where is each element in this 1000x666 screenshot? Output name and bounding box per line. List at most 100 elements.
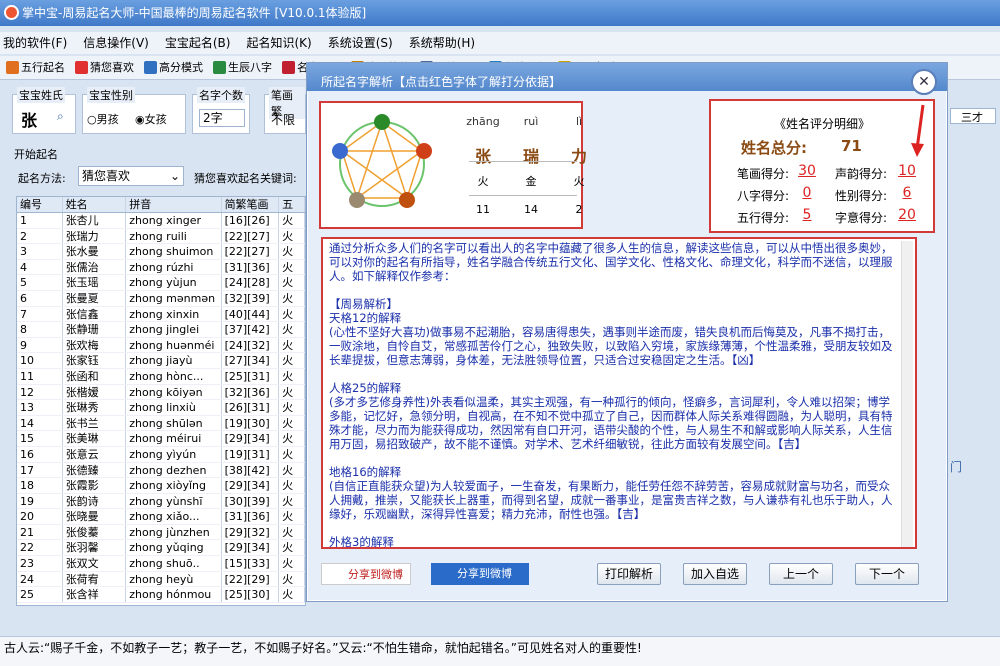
table-cell: zhong ruili: [126, 228, 222, 244]
table-cell: 张欢梅: [63, 337, 127, 353]
radio-boy[interactable]: ○男孩: [87, 111, 119, 127]
table-cell: 张信鑫: [63, 306, 127, 322]
table-cell: 张曼夏: [63, 290, 127, 306]
table-row[interactable]: 3 张水曼 zhong shuimon [22][27] 火: [17, 244, 305, 260]
col-header-wuxing[interactable]: 五: [279, 197, 305, 212]
table-cell: [19][30]: [222, 415, 280, 431]
search-icon[interactable]: ⌕: [57, 109, 64, 124]
menu-baby-naming[interactable]: 宝宝起名(B): [165, 32, 231, 54]
menu-help[interactable]: 系统帮助(H): [409, 32, 475, 54]
table-row[interactable]: 25 张含祥 zhong hónmou [25][30] 火: [17, 587, 305, 603]
prev-button[interactable]: 上一个: [769, 563, 833, 585]
table-row[interactable]: 17 张德臻 zhong dezhen [38][42] 火: [17, 462, 305, 479]
table-row[interactable]: 18 张霞影 zhong xiòyǐng [29][34] 火: [17, 478, 305, 494]
table-row[interactable]: 22 张羽馨 zhong yǔqing [29][34] 火: [17, 540, 305, 557]
next-button[interactable]: 下一个: [855, 563, 919, 585]
table-cell: 23: [17, 556, 63, 571]
toolbar-button-3[interactable]: 生辰八字: [213, 56, 272, 79]
table-row[interactable]: 4 张儒治 zhong rúzhi [31][36] 火: [17, 259, 305, 276]
table-cell: [40][44]: [222, 306, 280, 322]
table-row[interactable]: 12 张楷嫒 zhong kōiyən [32][36] 火: [17, 384, 305, 401]
name-strokes-2: 2: [575, 203, 583, 216]
table-row[interactable]: 8 张静珊 zhong jinglei [37][42] 火: [17, 322, 305, 338]
star-icon: [75, 61, 88, 74]
toolbar-label: 生辰八字: [228, 60, 272, 74]
table-row[interactable]: 21 张俊蓁 zhong jùnzhen [29][32] 火: [17, 524, 305, 541]
table-cell: 张美琳: [63, 431, 127, 446]
calendar-icon: [213, 61, 226, 74]
radio-girl-label: 女孩: [144, 113, 167, 126]
table-row[interactable]: 5 张玉瑶 zhong yùjun [24][28] 火: [17, 275, 305, 291]
table-cell: zhong huənméi: [126, 337, 222, 353]
table-row[interactable]: 7 张信鑫 zhong xinxin [40][44] 火: [17, 306, 305, 323]
menu-naming-knowledge[interactable]: 起名知识(K): [246, 32, 311, 54]
menu-info[interactable]: 信息操作(V): [83, 32, 149, 54]
ziyi-score[interactable]: 20: [895, 207, 919, 223]
analysis-paragraph: (自信正直能获众望)为人较爱面子，一生奋发，有果断力，能任劳任怨不辞劳苦，容易成…: [329, 479, 893, 521]
table-cell: zhong yùnshī: [126, 493, 222, 509]
table-cell: 火: [279, 446, 305, 462]
table-cell: 11: [17, 368, 63, 384]
analysis-text-panel: 通过分析众多人们的名字可以看出人的名字中蕴藏了很多人生的信息，解读这些信息，可以…: [321, 237, 917, 549]
wuxing-score[interactable]: 5: [795, 207, 819, 223]
table-row[interactable]: 13 张琳秀 zhong linxiù [26][31] 火: [17, 400, 305, 416]
table-cell: 火: [279, 493, 305, 509]
toolbar-button-1[interactable]: 猜您喜欢: [75, 56, 134, 79]
table-row[interactable]: 6 张曼夏 zhong mənmən [32][39] 火: [17, 290, 305, 307]
bihua-score[interactable]: 30: [795, 163, 819, 179]
radio-boy-label: 男孩: [96, 113, 119, 126]
table-cell: zhong jiayù: [126, 353, 222, 368]
analysis-paragraph: (心性不坚好大喜功)做事易不起潮胎，容易唐得患失，遇事则半途而废，错失良机而后悔…: [329, 325, 893, 367]
radio-girl[interactable]: ◉女孩: [135, 111, 167, 127]
close-icon[interactable]: ✕: [911, 69, 937, 95]
table-cell: 20: [17, 509, 63, 524]
table-row[interactable]: 19 张韵诗 zhong yùnshī [30][39] 火: [17, 493, 305, 510]
table-row[interactable]: 23 张双文 zhong shuō.. [15][33] 火: [17, 556, 305, 572]
table-cell: 17: [17, 462, 63, 478]
analysis-body: 通过分析众多人们的名字可以看出人的名字中蕴藏了很多人生的信息，解读这些信息，可以…: [329, 241, 897, 549]
table-row[interactable]: 24 张荷宥 zhong heyù [22][29] 火: [17, 571, 305, 588]
menu-my-software[interactable]: 我的软件(F): [3, 32, 67, 54]
table-cell: 15: [17, 431, 63, 446]
shengyun-score[interactable]: 10: [895, 163, 919, 179]
table-row[interactable]: 16 张意云 zhong yìyún [19][31] 火: [17, 446, 305, 463]
col-header-strokes[interactable]: 简繁笔画: [222, 197, 280, 212]
col-header-pinyin[interactable]: 拼音: [126, 197, 222, 212]
menu-settings[interactable]: 系统设置(S): [328, 32, 393, 54]
toolbar-button-0[interactable]: 五行起名: [6, 56, 65, 79]
method-select-value: 猜您喜欢: [82, 169, 131, 183]
surname-input[interactable]: 张: [21, 107, 37, 131]
table-cell: 4: [17, 259, 63, 275]
table-row[interactable]: 14 张书兰 zhong shūlən [19][30] 火: [17, 415, 305, 432]
share-weibo-button[interactable]: 分享到微博: [321, 563, 411, 585]
table-row[interactable]: 11 张函和 zhong hònc... [25][31] 火: [17, 368, 305, 385]
analysis-scrollbar[interactable]: [901, 241, 913, 547]
table-cell: [22][27]: [222, 244, 280, 259]
table-row[interactable]: 9 张欢梅 zhong huənméi [24][32] 火: [17, 337, 305, 354]
xingbie-score[interactable]: 6: [895, 185, 919, 201]
bazi-score[interactable]: 0: [795, 185, 819, 201]
table-row[interactable]: 20 张晓曼 zhong xiǎo... [31][36] 火: [17, 509, 305, 525]
table-cell: [25][31]: [222, 368, 280, 384]
chart-icon: [144, 61, 157, 74]
count-select[interactable]: 2字: [199, 109, 245, 127]
table-cell: [27][34]: [222, 353, 280, 368]
table-row[interactable]: 10 张家钰 zhong jiayù [27][34] 火: [17, 353, 305, 369]
stroke-select[interactable]: 不限: [271, 111, 295, 128]
toolbar-button-2[interactable]: 高分模式: [144, 56, 203, 79]
col-header-id[interactable]: 编号: [17, 197, 63, 212]
table-row[interactable]: 1 张杏儿 zhong xinger [16][26] 火: [17, 213, 305, 229]
analysis-paragraph: 外格3的解释: [329, 535, 394, 549]
wuxing-diagram: [332, 114, 432, 208]
table-row[interactable]: 15 张美琳 zhong méirui [29][34] 火: [17, 431, 305, 447]
col-header-name[interactable]: 姓名: [63, 197, 127, 212]
total-score-label: 姓名总分:: [741, 139, 807, 157]
share-qq-button[interactable]: 分享到微博: [431, 563, 529, 585]
table-row[interactable]: 2 张瑞力 zhong ruili [22][27] 火: [17, 228, 305, 245]
total-score-value: 71: [841, 137, 862, 155]
add-favorite-button[interactable]: 加入自选: [683, 563, 747, 585]
print-button[interactable]: 打印解析: [597, 563, 661, 585]
method-select[interactable]: 猜您喜欢 ⌄: [78, 166, 184, 186]
gender-group: 宝宝性别 ○男孩 ◉女孩: [82, 87, 186, 134]
table-cell: 5: [17, 275, 63, 290]
